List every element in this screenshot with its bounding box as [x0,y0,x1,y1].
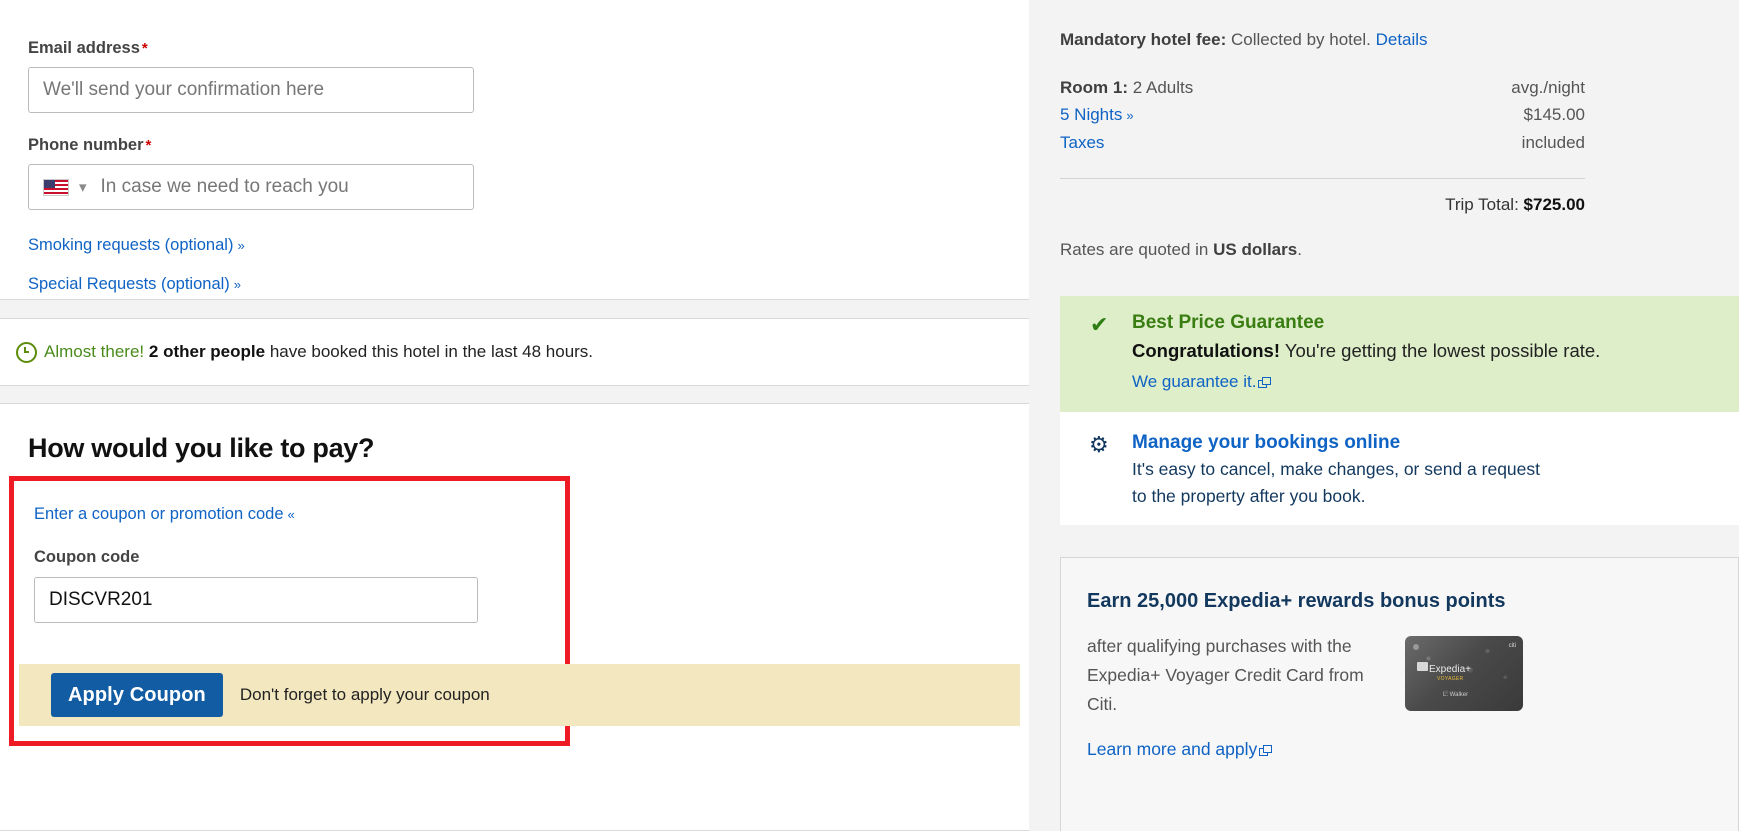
we-guarantee-it-link[interactable]: We guarantee it. [1132,372,1272,391]
smoking-requests-label: Smoking requests (optional) [28,236,234,254]
urgency-rest-text: have booked this hotel in the last 48 ho… [269,342,594,361]
coupon-code-label: Coupon code [34,548,140,566]
email-label-text: Email address [28,39,140,57]
room-label-group: Room 1: 2 Adults [1060,74,1193,101]
check-icon: ✔ [1090,312,1109,337]
clock-icon [16,341,37,363]
credit-card-image: citi Expedia+ VOYAGER L. Walker [1405,636,1523,711]
phone-placeholder-text: In case we need to reach you [100,176,349,197]
smoking-requests-link[interactable]: Smoking requests (optional)» [28,236,245,255]
card-brand-label: Expedia+ [1429,664,1471,675]
chevron-down-icon: » [237,238,244,253]
learn-more-row: Learn more and apply [1087,739,1713,760]
external-link-icon [1258,377,1272,388]
coupon-toggle-link[interactable]: Enter a coupon or promotion code « [34,505,295,524]
mandatory-fee-label: Mandatory hotel fee: [1060,30,1227,49]
urgency-banner: Almost there! 2 other people have booked… [0,318,1029,386]
learn-more-and-apply-link[interactable]: Learn more and apply [1087,739,1273,759]
rates-currency-note: Rates are quoted in US dollars. [1060,215,1585,260]
email-input[interactable] [28,67,474,113]
avg-night-label: avg./night [1511,78,1585,97]
phone-label: Phone number * [28,135,1001,156]
manage-bookings-link[interactable]: Manage your bookings online [1132,430,1719,456]
coupon-section: Enter a coupon or promotion code « Coupon… [14,481,565,623]
best-price-body: Congratulations! You're getting the lowe… [1132,336,1612,397]
card-holder-name: L. Walker [1443,692,1469,698]
payment-panel: How would you like to pay? Enter a coupo… [0,403,1029,831]
urgency-count: 2 other people [148,342,266,361]
phone-required-marker: * [145,137,152,154]
rewards-title: Earn 25,000 Expedia+ rewards bonus point… [1087,590,1506,612]
mandatory-fee-text: Collected by hotel. [1230,30,1371,49]
best-price-text: You're getting the lowest possible rate. [1284,340,1601,361]
best-price-congrats: Congratulations! [1132,340,1280,361]
room-occupancy: 2 Adults [1132,78,1194,97]
urgency-lead-text: Almost there! [44,342,145,361]
chevron-down-icon: » [1126,108,1133,123]
taxes-link[interactable]: Taxes [1060,129,1104,156]
external-link-icon [1259,745,1273,756]
nights-amount: $145.00 [1523,105,1585,124]
rewards-content: after qualifying purchases with the Expe… [1087,632,1713,719]
nights-row: 5 Nights» $145.00 [1060,101,1585,129]
room-occupancy-row: Room 1: 2 Adults avg./night [1060,74,1585,101]
main-content-column: Email address* Phone number* ▾ In case w… [0,0,1029,831]
room-label: Room 1: [1060,78,1128,97]
trip-summary-sidebar: Mandatory hotel fee: Collected by hotel.… [1029,0,1739,831]
chevron-down-icon: » [233,277,241,292]
coupon-code-input[interactable] [34,577,478,623]
email-required-marker: * [141,40,148,57]
card-chip-icon [1417,662,1428,671]
best-price-title: Best Price Guarantee [1132,312,1325,333]
fee-details-link[interactable]: Details [1376,30,1428,49]
room-breakdown: Room 1: 2 Adults avg./night 5 Nights» $1… [1060,74,1585,156]
card-brand-text: Expedia [1429,664,1466,675]
email-label: Email address * [28,38,1001,59]
manage-bookings-box: ⚙ Manage your bookings online It's easy … [1060,412,1739,525]
smoking-requests-row: Smoking requests (optional)» [28,210,1001,255]
coupon-toggle-label: Enter a coupon or promotion code [34,505,284,523]
manage-bookings-body: It's easy to cancel, make changes, or se… [1132,459,1541,506]
booking-checkout-page: Email address* Phone number* ▾ In case w… [0,0,1739,831]
coupon-highlight-box: Enter a coupon or promotion code « Coupon… [9,476,1020,746]
page-title: How would you like to pay? [28,433,375,463]
apply-coupon-bar: Apply Coupon Don't forget to apply your … [19,664,1020,726]
chevron-up-icon: « [287,507,295,522]
rates-currency: US dollars [1213,240,1298,259]
chevron-down-icon[interactable]: ▾ [79,180,87,195]
email-field-group: Email address * [28,0,1001,113]
taxes-amount: included [1521,133,1585,152]
special-requests-link[interactable]: Special Requests (optional)» [28,275,241,294]
best-price-guarantee-box: ✔ Best Price Guarantee Congratulations! … [1060,296,1739,413]
taxes-row: Taxes included [1060,129,1585,156]
rates-note-suffix: . [1297,240,1302,259]
card-issuer-label: citi [1508,643,1516,649]
card-tier-label: VOYAGER [1437,676,1464,682]
gear-icon: ⚙ [1089,432,1109,457]
special-requests-row: Special Requests (optional)» [28,255,1001,294]
card-logo-dot [1413,644,1419,650]
phone-input-row[interactable]: ▾ In case we need to reach you [28,164,474,210]
guest-info-panel: Email address* Phone number* ▾ In case w… [0,0,1029,300]
urgency-message: Almost there! 2 other people have booked… [44,342,593,362]
apply-coupon-button[interactable]: Apply Coupon [51,673,223,717]
nights-label: 5 Nights [1060,105,1123,124]
us-flag-icon [43,178,69,196]
card-plus-text: + [1465,664,1471,675]
trip-total-value: $725.00 [1523,195,1585,214]
rates-note-prefix: Rates are quoted in [1060,240,1209,259]
trip-total-label: Trip Total: [1445,195,1519,214]
learn-more-label: Learn more and apply [1087,739,1258,759]
rewards-promo-card: Earn 25,000 Expedia+ rewards bonus point… [1060,557,1739,831]
apply-coupon-hint: Don't forget to apply your coupon [239,685,490,704]
nights-link[interactable]: 5 Nights» [1060,101,1134,129]
mandatory-fee-row: Mandatory hotel fee: Collected by hotel.… [1060,0,1585,50]
phone-label-text: Phone number [28,136,144,154]
phone-field-group: Phone number * ▾ In case we need to reach… [28,113,1001,210]
special-requests-label: Special Requests (optional) [28,275,230,293]
trip-total-row: Trip Total: $725.00 [1060,179,1585,215]
we-guarantee-it-label: We guarantee it. [1132,372,1257,391]
rewards-body: after qualifying purchases with the Expe… [1087,636,1364,714]
price-summary-block: Mandatory hotel fee: Collected by hotel.… [1060,0,1585,260]
